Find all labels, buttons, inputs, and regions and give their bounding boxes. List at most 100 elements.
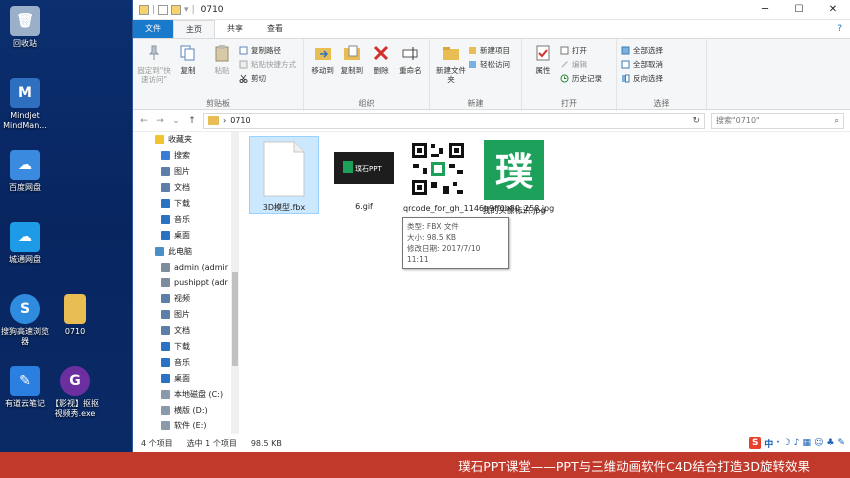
ctdisk-shortcut[interactable]: ☁ 城通网盘 bbox=[0, 222, 50, 265]
nav-item[interactable]: 下载 bbox=[133, 339, 239, 355]
nav-item[interactable]: 软件 (E:) bbox=[133, 418, 239, 434]
nav-item-label: 图片 bbox=[174, 310, 190, 320]
nav-item[interactable]: 本地磁盘 (C:) bbox=[133, 386, 239, 402]
nav-item[interactable]: 桌面 bbox=[133, 370, 239, 386]
minimize-button[interactable]: ─ bbox=[748, 0, 782, 20]
open-group-title: 打开 bbox=[561, 99, 577, 108]
quick-access-toolbar: | ▾ | bbox=[133, 4, 195, 15]
folder-icon bbox=[64, 294, 86, 324]
tab-share[interactable]: 共享 bbox=[215, 20, 255, 38]
nav-item[interactable]: 图片 bbox=[133, 307, 239, 323]
search-input[interactable]: 搜索"0710" ⌕ bbox=[711, 112, 844, 129]
chevron-down-icon[interactable]: ▾ bbox=[184, 5, 189, 15]
gif-thumbnail-text: 璞石PPT bbox=[355, 164, 382, 173]
ime-item[interactable]: 中 bbox=[764, 437, 773, 450]
ime-item[interactable]: ▦ bbox=[802, 438, 811, 448]
file-item[interactable]: 璞 我的头像标识.jpg bbox=[479, 136, 549, 216]
title-bar: | ▾ | 0710 ─ ☐ ✕ bbox=[133, 0, 850, 20]
nav-item[interactable]: 文档 bbox=[133, 323, 239, 339]
copy-icon bbox=[180, 45, 195, 61]
select-none-button[interactable]: 全部取消 bbox=[621, 58, 663, 70]
cut-button[interactable]: 剪切 bbox=[239, 72, 296, 84]
ime-item[interactable]: ✎ bbox=[837, 438, 845, 448]
sogou-ime-icon[interactable]: S bbox=[749, 437, 762, 449]
new-folder-icon[interactable] bbox=[171, 4, 182, 15]
tooltip-modified: 修改日期: 2017/7/10 11:11 bbox=[407, 244, 481, 264]
scissors-icon bbox=[239, 74, 248, 83]
back-arrow-icon[interactable]: ← bbox=[139, 116, 149, 126]
tab-file[interactable]: 文件 bbox=[133, 20, 173, 38]
nav-item[interactable]: pushippt (adr bbox=[133, 275, 239, 291]
recycle-bin-icon: 🗑 bbox=[10, 6, 40, 36]
nav-item[interactable]: 横版 (D:) bbox=[133, 402, 239, 418]
select-all-button[interactable]: 全部选择 bbox=[621, 44, 663, 56]
folder-icon bbox=[139, 4, 149, 15]
file-item[interactable]: qrcode_for_gh_1146b9ff0b80_258.jpg bbox=[403, 136, 555, 214]
nav-item[interactable]: 桌面 bbox=[133, 227, 239, 243]
mindjet-shortcut[interactable]: M Mindjet MindMan... bbox=[0, 78, 50, 131]
nav-item[interactable]: 图片 bbox=[133, 164, 239, 180]
blank-document-icon bbox=[263, 141, 305, 197]
select-none-label: 全部取消 bbox=[633, 59, 663, 69]
easy-access-button[interactable]: 轻松访问 bbox=[468, 58, 510, 70]
nav-item-icon bbox=[161, 405, 170, 415]
maximize-button[interactable]: ☐ bbox=[782, 0, 816, 20]
nav-item-label: pushippt (adr bbox=[174, 278, 228, 288]
sogou-browser-shortcut[interactable]: S 搜狗高速浏览器 bbox=[0, 294, 50, 347]
nav-scrollbar[interactable] bbox=[231, 132, 239, 434]
file-item[interactable]: 璞石PPT 6.gif bbox=[329, 136, 399, 212]
file-name: qrcode_for_gh_1146b9ff0b80_258.jpg bbox=[403, 204, 555, 213]
organize-group-title: 组织 bbox=[358, 99, 375, 108]
ime-item[interactable]: · bbox=[776, 438, 779, 448]
nav-list: 收藏夹 搜索 图片 文档 下载 音乐 桌面 此电脑 admin (admir pushippt (… bbox=[133, 132, 239, 434]
youdao-note-shortcut[interactable]: ✎ 有道云笔记 bbox=[0, 366, 50, 409]
refresh-icon[interactable]: ↻ bbox=[692, 116, 700, 126]
new-item-button[interactable]: 新建项目 bbox=[468, 44, 510, 56]
invert-selection-button[interactable]: 反向选择 bbox=[621, 72, 663, 84]
nav-item-label: 音乐 bbox=[174, 357, 190, 367]
close-button[interactable]: ✕ bbox=[816, 0, 850, 20]
ime-item[interactable]: ♣ bbox=[826, 438, 834, 448]
open-button[interactable]: 打开 bbox=[560, 44, 602, 56]
up-arrow-icon[interactable]: ↑ bbox=[187, 116, 197, 126]
tab-view[interactable]: 查看 bbox=[255, 20, 295, 38]
nav-item[interactable]: 文档 bbox=[133, 180, 239, 196]
address-field[interactable]: › 0710 ↻ bbox=[203, 112, 705, 129]
paste-shortcut-button[interactable]: 粘贴快捷方式 bbox=[239, 58, 296, 70]
nav-item-icon bbox=[161, 278, 170, 288]
tab-home[interactable]: 主页 bbox=[173, 20, 215, 38]
ime-item[interactable]: ☽ bbox=[783, 438, 791, 448]
kk-video-shortcut[interactable]: G 【影视】抠抠视频秀.exe bbox=[50, 366, 100, 419]
nav-item[interactable]: 下载 bbox=[133, 196, 239, 212]
baidu-netdisk-shortcut[interactable]: ☁ 百度网盘 bbox=[0, 150, 50, 193]
copy-path-button[interactable]: 复制路径 bbox=[239, 44, 296, 56]
nav-item[interactable]: admin (admir bbox=[133, 259, 239, 275]
edit-button[interactable]: 编辑 bbox=[560, 58, 602, 70]
folder-0710-shortcut[interactable]: 0710 bbox=[50, 294, 100, 337]
file-name: 我的头像标识.jpg bbox=[482, 206, 546, 215]
nav-item[interactable]: 收藏夹 bbox=[133, 132, 239, 148]
qrcode-thumbnail bbox=[409, 140, 467, 198]
tooltip-size: 大小: 98.5 KB bbox=[407, 233, 457, 242]
selected-count: 选中 1 个项目 bbox=[186, 438, 237, 448]
avatar-thumbnail-text: 璞 bbox=[495, 150, 534, 194]
file-item[interactable]: 3D模型.fbx bbox=[249, 136, 319, 214]
help-icon[interactable]: ? bbox=[837, 20, 850, 38]
nav-item[interactable]: 音乐 bbox=[133, 211, 239, 227]
recycle-bin-shortcut[interactable]: 🗑 回收站 bbox=[0, 6, 50, 49]
nav-item[interactable]: 视频 bbox=[133, 291, 239, 307]
ime-item[interactable]: ☺ bbox=[814, 438, 823, 448]
properties-icon[interactable] bbox=[158, 4, 169, 15]
gif-thumbnail: 璞石PPT bbox=[334, 152, 394, 184]
select-group: 全部选择 全部取消 反向选择 选择 bbox=[617, 39, 707, 111]
ime-item[interactable]: ♪ bbox=[794, 438, 800, 448]
chevron-down-icon[interactable]: ⌄ bbox=[171, 116, 181, 126]
tooltip-type: 类型: FBX 文件 bbox=[407, 222, 459, 231]
nav-item[interactable]: 音乐 bbox=[133, 354, 239, 370]
window-title: 0710 bbox=[200, 4, 224, 15]
nav-item[interactable]: 此电脑 bbox=[133, 243, 239, 259]
nav-scroll-thumb[interactable] bbox=[232, 272, 238, 366]
history-button[interactable]: 历史记录 bbox=[560, 72, 602, 84]
forward-arrow-icon[interactable]: → bbox=[155, 116, 165, 126]
nav-item[interactable]: 搜索 bbox=[133, 148, 239, 164]
